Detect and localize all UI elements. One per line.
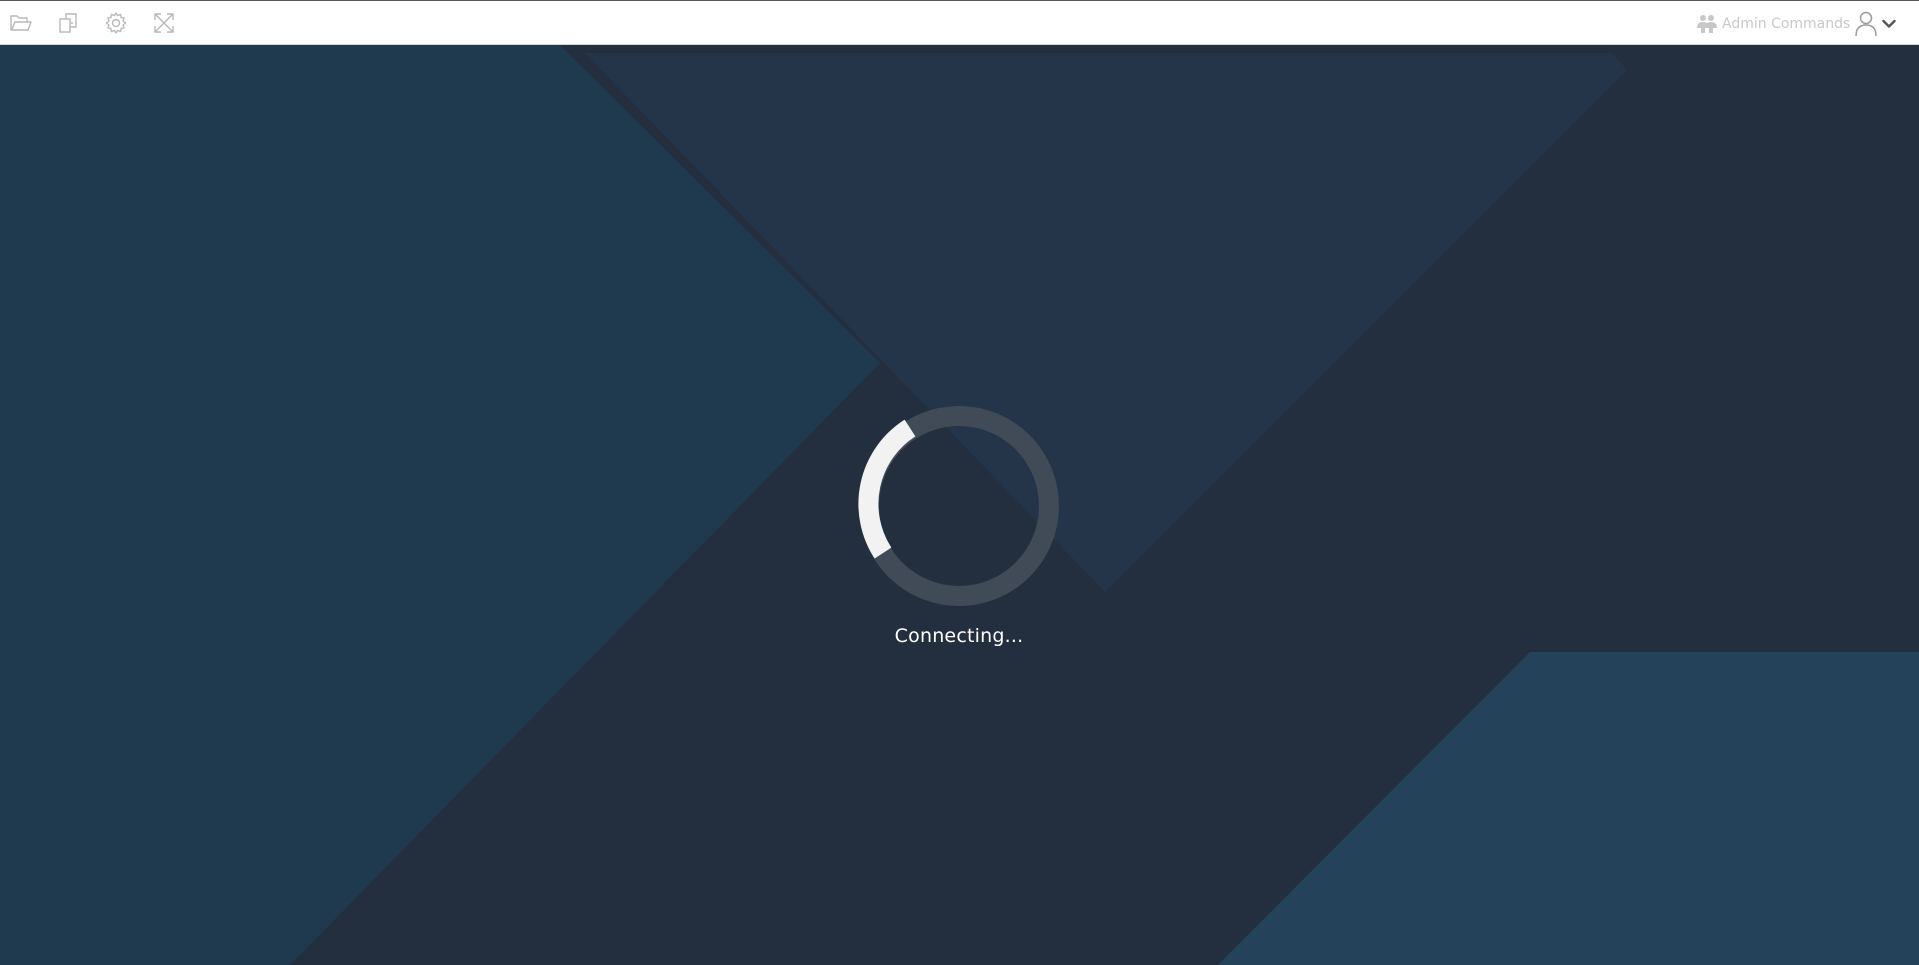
clipboard-button[interactable] [55,10,81,36]
user-icon [1855,11,1877,37]
users-icon [1697,15,1717,33]
fullscreen-button[interactable] [151,10,177,36]
settings-button[interactable] [103,10,129,36]
copy-icon [59,13,77,33]
folder-button[interactable] [8,10,34,36]
connection-status-text: Connecting... [894,625,1024,647]
admin-commands-button[interactable]: Admin Commands [1696,13,1850,35]
connection-stage: Connecting... [0,45,1919,965]
top-toolbar: Admin Commands [0,0,1919,45]
user-menu-button[interactable] [1854,11,1904,37]
chevron-down-icon [1882,19,1896,28]
expand-arrows-icon [154,13,174,33]
loading-spinner [858,405,1060,607]
gear-icon [105,12,127,34]
admin-commands-label: Admin Commands [1722,16,1851,32]
folder-open-icon [10,15,32,31]
